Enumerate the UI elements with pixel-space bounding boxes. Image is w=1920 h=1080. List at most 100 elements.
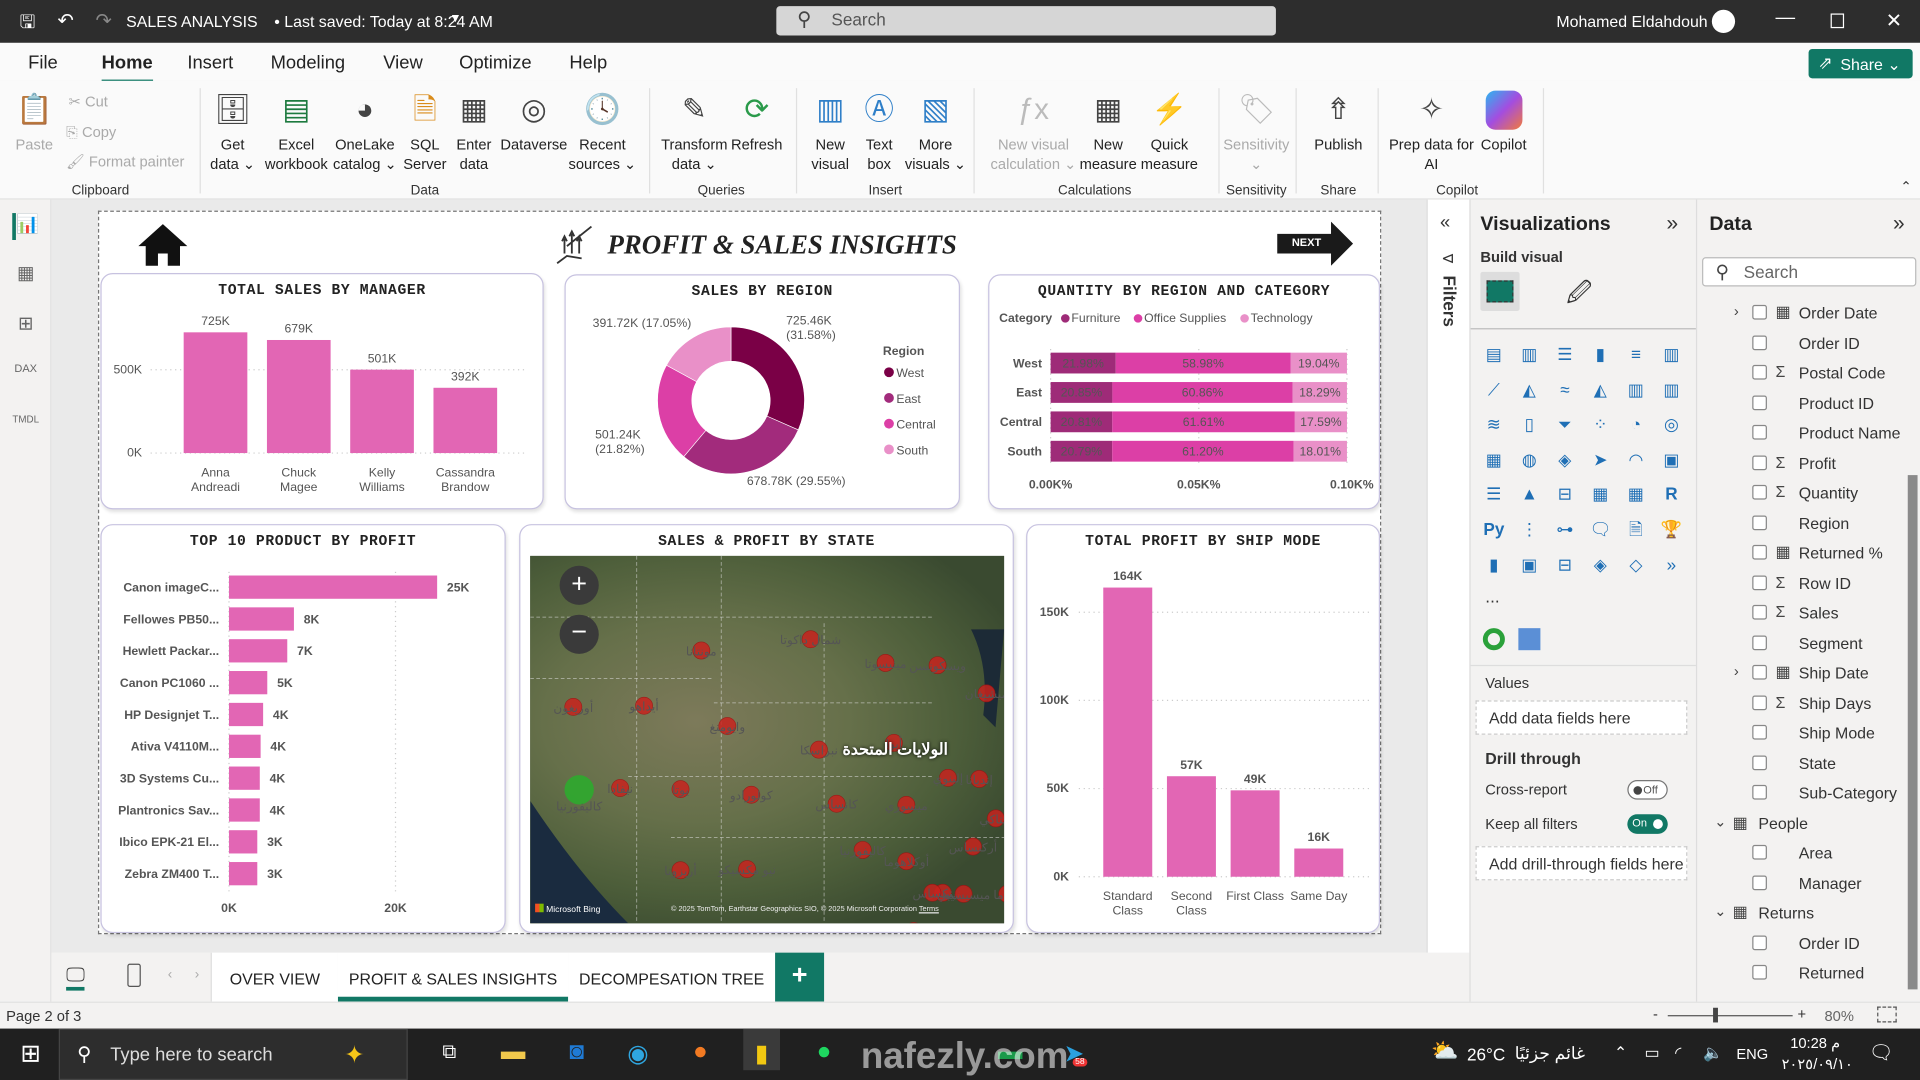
next-button[interactable]: NEXT [1277,221,1354,266]
zoom-out-icon[interactable]: - [1653,1005,1658,1022]
copy-button[interactable]: ⎘ Copy [66,124,116,142]
field-checkbox[interactable] [1752,784,1767,800]
field-list-scrollbar[interactable] [1907,475,1918,990]
field-item[interactable]: Region [1697,510,1917,537]
chart-top-10-product-by-profit[interactable]: TOP 10 PRODUCT BY PROFIT 0K 20K Canon image… [100,524,506,934]
field-item[interactable]: Area [1697,840,1917,867]
field-checkbox[interactable] [1752,424,1767,440]
menu-file[interactable]: File [28,53,58,74]
values-drop-well[interactable]: Add data fields here [1475,700,1688,735]
table-view-icon[interactable]: ▦ [12,262,39,289]
zoom-in-icon[interactable]: + [1798,1005,1807,1022]
text-box-button[interactable]: Ⓐ Text box [861,91,898,174]
clustered-bar-visual-icon[interactable]: ☰ [1553,342,1577,366]
field-checkbox[interactable] [1752,754,1767,770]
custom-donut-visual-icon[interactable] [1482,628,1505,651]
maximize-icon[interactable] [1830,13,1845,29]
field-item[interactable]: › ▦ Ship Date [1697,660,1917,687]
cut-button[interactable]: ✂ Cut [69,93,108,110]
file-explorer-icon[interactable]: ▬ [495,1038,532,1066]
field-checkbox[interactable] [1752,724,1767,740]
field-item[interactable]: Σ Row ID [1697,570,1917,597]
menu-help[interactable]: Help [569,53,607,74]
pie-visual-icon[interactable]: ◔ [1624,412,1648,436]
zoom-slider-thumb[interactable] [1713,1007,1718,1023]
multi-row-card-visual-icon[interactable]: ☰ [1482,482,1506,506]
format-painter-button[interactable]: 🖌 Format painter [66,153,184,170]
expand-filters-icon[interactable]: « [1440,212,1450,233]
map-canvas[interactable]: شمال داكوتا مينيسوتا ويسكونسن ميشيغان مونتان… [530,555,1005,924]
field-item[interactable]: Returned [1697,960,1917,987]
add-page-button[interactable]: + [775,952,825,1002]
field-item[interactable]: Product ID [1697,390,1917,417]
gauge-visual-icon[interactable]: ◠ [1624,447,1648,471]
clock-time[interactable]: 10:28 م [1790,1035,1840,1052]
field-item[interactable]: Sub-Category [1697,780,1917,807]
key-influencers-visual-icon[interactable]: ⋮ [1517,517,1541,541]
filled-map-visual-icon[interactable]: ◈ [1553,447,1577,471]
field-checkbox[interactable] [1752,394,1767,410]
map-visual-icon[interactable]: ◍ [1517,447,1541,471]
report-view-icon[interactable]: 📊 [12,213,39,241]
field-checkbox[interactable] [1752,634,1767,650]
field-checkbox[interactable] [1752,934,1767,950]
table-visual-icon[interactable]: ▦ [1588,482,1612,506]
recent-sources-button[interactable]: 🕓 Recent sources ⌄ [569,91,637,174]
menu-optimize[interactable]: Optimize [459,53,531,74]
field-checkbox[interactable] [1752,544,1767,560]
field-item[interactable]: Σ Quantity [1697,480,1917,507]
100-stacked-column-visual-icon[interactable]: ▥ [1659,342,1683,366]
paste-button[interactable]: 📋 Paste [15,91,53,155]
field-item[interactable]: Order ID [1697,930,1917,957]
spotify-icon[interactable]: ● [806,1038,843,1066]
field-checkbox[interactable] [1752,664,1767,680]
avatar[interactable] [1711,9,1736,34]
field-item[interactable]: Σ Ship Days [1697,690,1917,717]
new-measure-button[interactable]: ▦ New measure [1080,91,1137,174]
field-item[interactable]: Manager [1697,870,1917,897]
map-sales-profit-by-state[interactable]: SALES & PROFIT BY STATE شمال داكوتا مينيس… [519,524,1014,934]
cross-report-toggle[interactable]: Off [1627,780,1668,800]
desktop-layout-icon[interactable]: 🖵 [66,965,86,991]
field-checkbox[interactable] [1752,334,1767,350]
collapse-ribbon-icon[interactable]: ⌃ [1900,179,1911,195]
prep-data-ai-button[interactable]: ✧ Prep data for AI [1389,91,1474,174]
smart-narrative-visual-icon[interactable]: 🗎 [1624,517,1648,541]
donut-visual-icon[interactable]: ◎ [1659,412,1683,436]
slicer-visual-icon[interactable]: ⊟ [1553,482,1577,506]
menu-home[interactable]: Home [101,53,153,84]
matrix-visual-icon[interactable]: ▦ [1624,482,1648,506]
enter-data-button[interactable]: ▦ Enter data [456,91,493,174]
field-item[interactable]: Σ Profit [1697,450,1917,477]
field-item[interactable]: ▦ Returned % [1697,540,1917,567]
next-page-icon[interactable]: › [195,967,199,982]
tmdl-view-icon[interactable]: TMDL [12,414,39,441]
zoom-in-button[interactable]: + [559,565,599,605]
task-view-icon[interactable]: ⧉ [431,1042,468,1064]
stacked-bar-visual-icon[interactable]: ▤ [1482,342,1506,366]
tab-profit-sales-insights[interactable]: PROFIT & SALES INSIGHTS [337,952,569,1002]
slicer-new-visual-icon[interactable]: ⊟ [1553,552,1577,576]
field-checkbox[interactable] [1752,844,1767,860]
share-button[interactable]: ⇗ Share ⌄ [1808,48,1913,79]
chevron-down-icon[interactable]: ⌄ [1714,812,1726,829]
field-item[interactable]: State [1697,750,1917,777]
field-item[interactable]: Σ Postal Code [1697,360,1917,387]
field-checkbox[interactable] [1752,874,1767,890]
scatter-visual-icon[interactable]: ⁘ [1588,412,1612,436]
more-visuals-ellipsis[interactable]: ... [1485,587,1499,607]
battery-icon[interactable]: ▭ [1644,1043,1659,1063]
field-item[interactable]: Order ID [1697,330,1917,357]
drill-through-drop-well[interactable]: Add drill-through fields here [1475,846,1688,881]
zoom-out-button[interactable]: − [559,614,599,654]
chart-sales-by-region[interactable]: SALES BY REGION 725.46K (31.58%) 678.78K (2… [564,274,961,510]
keep-filters-toggle[interactable]: On [1627,814,1668,834]
custom-network-visual-icon[interactable] [1518,628,1541,651]
power-automate-visual-icon[interactable]: » [1659,552,1683,576]
100-stacked-bar-visual-icon[interactable]: ≡ [1624,342,1648,366]
chevron-right-icon[interactable]: › [1734,662,1739,679]
transform-data-button[interactable]: ✎ Transform data ⌄ [661,91,727,174]
collapse-data-icon[interactable]: » [1893,212,1905,236]
field-checkbox[interactable] [1752,454,1767,470]
save-icon[interactable]: 🖫 [20,10,36,41]
